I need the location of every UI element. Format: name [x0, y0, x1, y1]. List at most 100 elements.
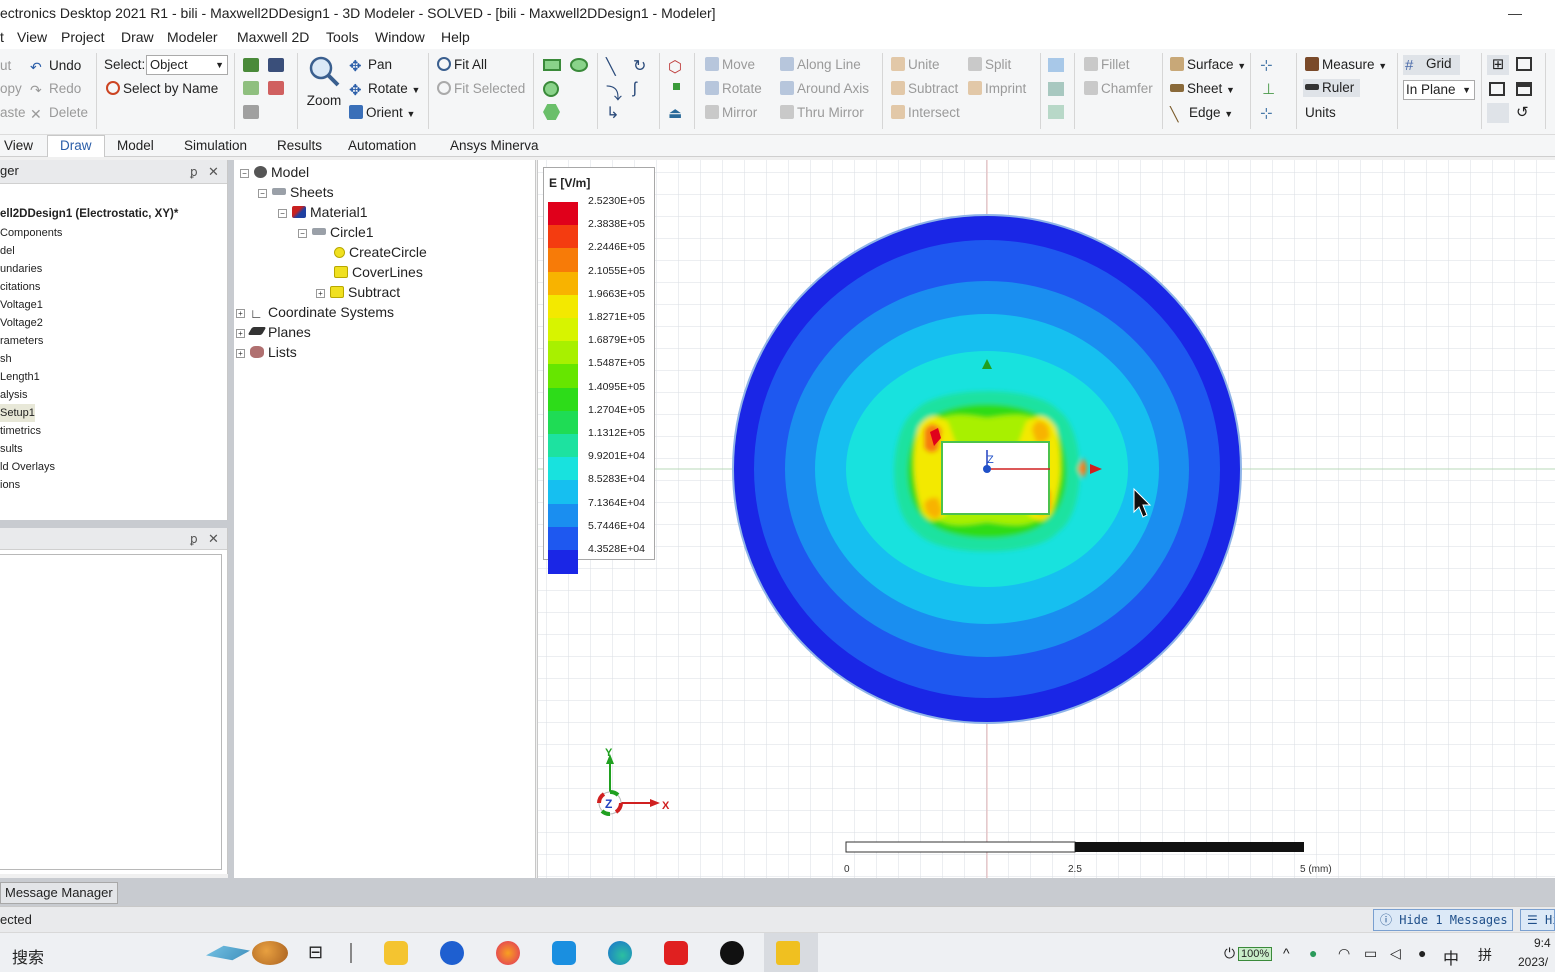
volume-icon[interactable]: ◁	[1390, 945, 1401, 962]
draw-line-icon[interactable]: ╲	[606, 57, 616, 77]
chevron-up-icon[interactable]: ^	[1283, 945, 1290, 961]
intersect-button[interactable]: Intersect	[891, 104, 960, 122]
project-tree-item[interactable]: Length1	[0, 368, 40, 386]
tab-automation[interactable]: Automation	[348, 136, 416, 156]
project-tree-item[interactable]: citations	[0, 278, 40, 296]
draw-point-icon[interactable]	[673, 83, 680, 90]
battery-indicator[interactable]: 100%	[1238, 947, 1273, 961]
tree-node-lists[interactable]: + Lists	[236, 342, 297, 362]
pin-icon[interactable]: ꝑ	[190, 528, 198, 550]
undo-button[interactable]: ↶ Undo	[30, 57, 81, 75]
select-all-icon[interactable]	[243, 105, 259, 119]
snap-vertex-icon[interactable]	[1516, 57, 1532, 71]
expand-icon[interactable]: +	[236, 309, 245, 318]
project-tree-item[interactable]: Components	[0, 224, 62, 242]
project-tree-item[interactable]: undaries	[0, 260, 42, 278]
tree-node-coverlines[interactable]: CoverLines	[334, 262, 423, 282]
rotate-object-button[interactable]: Rotate	[705, 80, 762, 98]
rotate-view-button[interactable]: ✥ Rotate ▼	[349, 80, 420, 99]
project-tree-item[interactable]: sults	[0, 440, 23, 458]
design-node[interactable]: ell2DDesign1 (Electrostatic, XY)*	[0, 205, 178, 223]
duplicate-along-line-button[interactable]: Along Line	[780, 56, 861, 74]
project-tree-item[interactable]: rameters	[0, 332, 43, 350]
tab-view[interactable]: View	[4, 136, 33, 156]
tree-node-planes[interactable]: + Planes	[236, 322, 311, 342]
redo-button[interactable]: ↷ Redo	[30, 80, 81, 98]
hide-messages-button[interactable]: ⓘ Hide 1 Messages	[1373, 909, 1513, 931]
clock-time[interactable]: 9:4	[1534, 936, 1551, 950]
draw-circle-icon[interactable]	[543, 81, 559, 97]
cut-button[interactable]: ut	[0, 57, 11, 75]
menu-item-edit[interactable]: t	[0, 27, 4, 48]
move-button[interactable]: Move	[705, 56, 755, 74]
sheet-dropdown[interactable]: Sheet ▼	[1170, 80, 1235, 99]
mirror-button[interactable]: Mirror	[705, 104, 757, 122]
tree-node-material1[interactable]: − Material1	[278, 202, 368, 222]
grid-toggle[interactable]: # Grid	[1403, 55, 1460, 75]
menu-item-help[interactable]: Help	[441, 27, 470, 48]
select-faces-icon[interactable]	[243, 58, 259, 72]
tab-simulation[interactable]: Simulation	[184, 136, 247, 156]
tree-node-circle1[interactable]: − Circle1	[298, 222, 374, 242]
project-tree-item[interactable]: alysis	[0, 386, 28, 404]
draw-center-arc-icon[interactable]: ↳	[606, 103, 619, 123]
menu-item-view[interactable]: View	[17, 27, 47, 48]
collapse-icon[interactable]: −	[278, 209, 287, 218]
units-button[interactable]: Units	[1305, 104, 1336, 122]
select-by-name-button[interactable]: Select by Name	[106, 80, 218, 98]
measure-dropdown[interactable]: Measure ▼	[1305, 56, 1387, 75]
coordinate-system-icon[interactable]: ⊹	[1260, 56, 1273, 74]
unite-button[interactable]: Unite	[891, 56, 940, 74]
tab-results[interactable]: Results	[277, 136, 322, 156]
wifi-icon[interactable]: ◠	[1338, 945, 1350, 962]
duplicate-thru-mirror-button[interactable]: Thru Mirror	[780, 104, 864, 122]
task-view-icon[interactable]: ⊟	[308, 942, 332, 966]
lenovo-app-icon[interactable]	[440, 941, 464, 965]
menu-item-project[interactable]: Project	[61, 27, 105, 48]
edge-dropdown[interactable]: ╲ Edge ▼	[1170, 104, 1233, 123]
ruler-button[interactable]: Ruler	[1303, 79, 1361, 97]
expand-icon[interactable]: +	[236, 329, 245, 338]
project-tree-item[interactable]: Voltage1	[0, 296, 43, 314]
tree-node-createcircle[interactable]: CreateCircle	[334, 242, 427, 262]
collapse-icon[interactable]: −	[240, 169, 249, 178]
wps-office-icon[interactable]	[664, 941, 688, 965]
relative-cs-icon[interactable]: ⊥	[1262, 80, 1275, 98]
ime-language[interactable]: 中	[1443, 945, 1459, 969]
monitor-icon[interactable]: ▭	[1364, 945, 1377, 962]
thicken-icon[interactable]	[1048, 82, 1064, 96]
firefox-icon[interactable]	[496, 941, 520, 965]
select-mode-dropdown[interactable]: Object ▼	[146, 55, 228, 75]
fillet-button[interactable]: Fillet	[1084, 56, 1130, 74]
collapse-icon[interactable]: −	[298, 229, 307, 238]
ansys-edt-icon[interactable]	[776, 941, 800, 965]
pan-button[interactable]: ✥ Pan	[349, 56, 392, 75]
sweep-icon[interactable]	[1048, 58, 1064, 72]
chamfer-button[interactable]: Chamfer	[1084, 80, 1153, 98]
connect-icon[interactable]	[1048, 105, 1064, 119]
field-legend[interactable]: E [V/m] 2.5230E+05 2.3838E+05 2.2446E+05 2.…	[543, 167, 655, 574]
project-tree-item[interactable]: timetrics	[0, 422, 41, 440]
paste-button[interactable]: aste	[0, 104, 26, 122]
orient-button[interactable]: Orient ▼	[349, 104, 415, 123]
deselect-icon[interactable]	[268, 81, 284, 95]
search-highlight-icon[interactable]	[206, 945, 250, 961]
tab-ansys-minerva[interactable]: Ansys Minerva	[450, 136, 539, 156]
copy-button[interactable]: opy	[0, 80, 22, 98]
search-highlight-icon[interactable]	[252, 941, 288, 965]
zoom-button[interactable]: Zoom	[306, 55, 342, 127]
snap-edge-icon[interactable]	[1489, 82, 1505, 96]
face-cs-icon[interactable]: ⊹	[1260, 104, 1273, 122]
hide-progress-button[interactable]: ☰ Hi	[1520, 909, 1555, 931]
select-vertices-icon[interactable]	[243, 81, 259, 95]
snap-center-icon[interactable]	[1487, 103, 1509, 123]
close-icon[interactable]: ✕	[208, 528, 219, 550]
delete-button[interactable]: ✕ Delete	[30, 104, 88, 122]
photos-icon[interactable]	[552, 941, 576, 965]
fit-all-button[interactable]: Fit All	[437, 56, 487, 74]
tab-model[interactable]: Model	[117, 136, 154, 156]
project-tree-item[interactable]: Setup1	[0, 404, 35, 422]
imprint-button[interactable]: Imprint	[968, 80, 1026, 98]
project-tree-item[interactable]: ions	[0, 476, 20, 494]
snap-grid-icon[interactable]: ⊞	[1487, 55, 1509, 75]
